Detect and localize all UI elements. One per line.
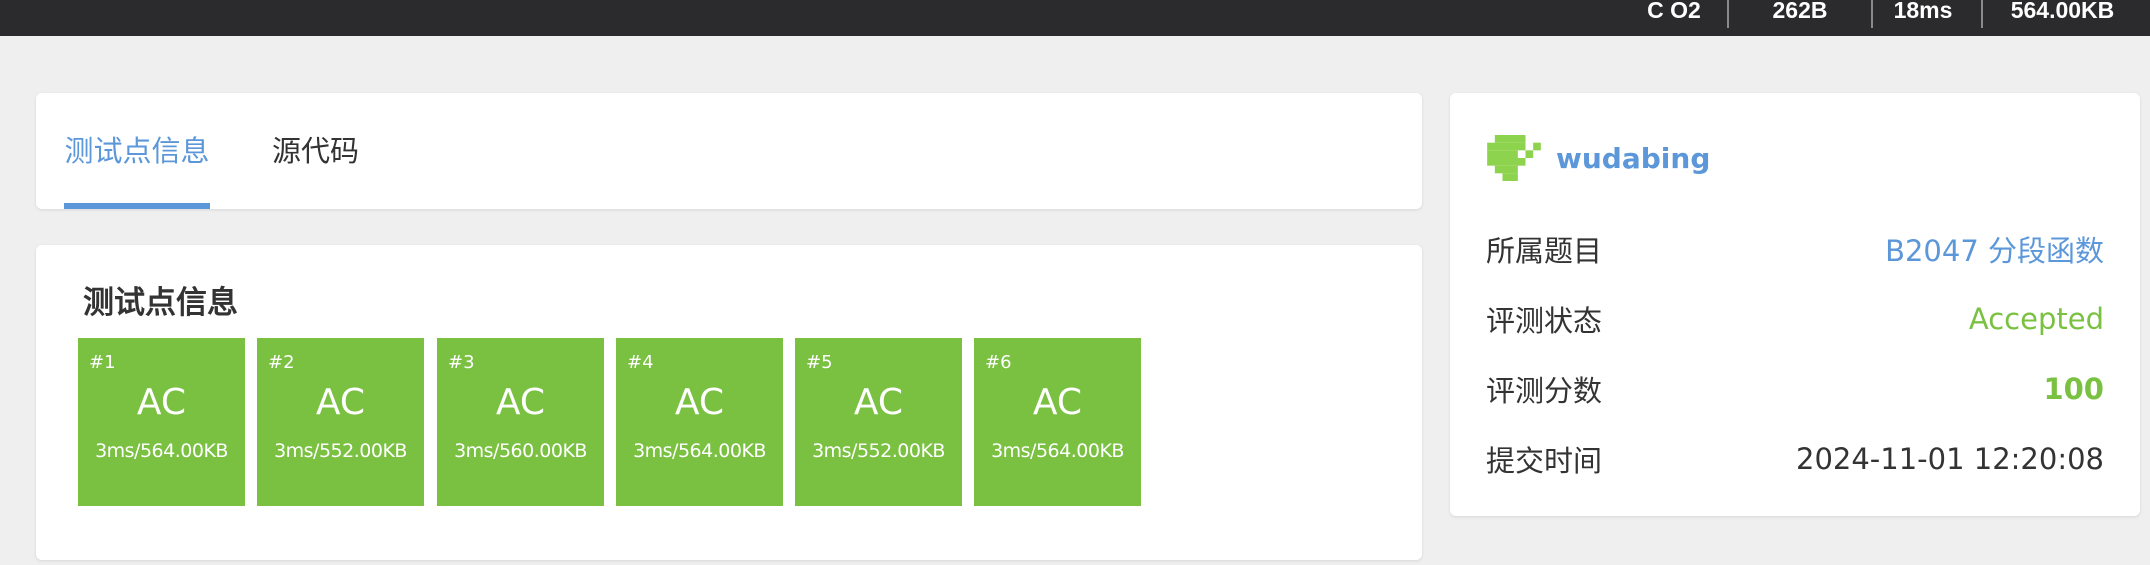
divider: [1981, 0, 1983, 28]
info-label: 所属题目: [1486, 234, 1603, 268]
testcase-number: #5: [806, 352, 833, 373]
user-row: wudabing: [1486, 133, 1710, 183]
active-tab-indicator: [64, 203, 210, 209]
testcase-detail: 3ms/564.00KB: [95, 440, 228, 462]
testcase-detail: 3ms/552.00KB: [812, 440, 945, 462]
testcase-tile-6[interactable]: #6 AC 3ms/564.00KB: [974, 338, 1141, 506]
testcase-tile-1[interactable]: #1 AC 3ms/564.00KB: [78, 338, 245, 506]
submit-time-value: 2024-11-01 12:20:08: [1796, 442, 2104, 476]
testcase-result: AC: [495, 382, 546, 423]
tab-source-code[interactable]: 源代码: [272, 93, 372, 209]
info-row-submit-time: 提交时间 2024-11-01 12:20:08: [1486, 439, 2104, 479]
info-label: 评测状态: [1486, 304, 1603, 338]
testcase-number: #6: [985, 352, 1012, 373]
testcase-tile-5[interactable]: #5 AC 3ms/552.00KB: [795, 338, 962, 506]
testcase-detail: 3ms/564.00KB: [633, 440, 766, 462]
testcase-result: AC: [315, 382, 366, 423]
testcase-detail: 3ms/560.00KB: [454, 440, 587, 462]
divider: [1871, 0, 1873, 28]
testcase-result: AC: [136, 382, 187, 423]
language-label: C O2: [1647, 0, 1701, 23]
info-row-problem: 所属题目 B2047 分段函数: [1486, 229, 2104, 269]
testcase-tile-2[interactable]: #2 AC 3ms/552.00KB: [257, 338, 424, 506]
submission-info-card: wudabing 所属题目 B2047 分段函数 评测状态 Accepted 评…: [1450, 93, 2140, 516]
testcase-result: AC: [853, 382, 904, 423]
testcase-result: AC: [1032, 382, 1083, 423]
divider: [1727, 0, 1729, 28]
tabs-card: 测试点信息 源代码: [36, 93, 1422, 209]
testcase-number: #1: [89, 352, 116, 373]
testcase-tile-4[interactable]: #4 AC 3ms/564.00KB: [616, 338, 783, 506]
submission-summary-bar: C O2 262B 18ms 564.00KB: [0, 0, 2150, 36]
testcase-tile-3[interactable]: #3 AC 3ms/560.00KB: [437, 338, 604, 506]
info-label: 评测分数: [1486, 374, 1603, 408]
tab-label: 测试点信息: [64, 134, 210, 168]
testcase-card: 测试点信息 #1 AC 3ms/564.00KB #2 AC 3ms/552.0…: [36, 245, 1422, 560]
identicon-avatar-icon[interactable]: [1486, 135, 1542, 181]
testcase-number: #4: [627, 352, 654, 373]
score-value: 100: [2043, 372, 2104, 406]
tab-testcase-info[interactable]: 测试点信息: [64, 93, 210, 209]
time-label: 18ms: [1893, 0, 1953, 23]
tab-label: 源代码: [272, 134, 360, 168]
info-row-score: 评测分数 100: [1486, 369, 2104, 409]
testcase-detail: 3ms/552.00KB: [274, 440, 407, 462]
testcase-number: #2: [268, 352, 295, 373]
info-label: 提交时间: [1486, 444, 1603, 478]
info-row-status: 评测状态 Accepted: [1486, 299, 2104, 339]
section-title: 测试点信息: [83, 285, 238, 321]
problem-link[interactable]: B2047 分段函数: [1885, 228, 2104, 270]
testcase-result: AC: [674, 382, 725, 423]
status-value: Accepted: [1968, 302, 2104, 336]
testcase-number: #3: [448, 352, 475, 373]
username-link[interactable]: wudabing: [1556, 142, 1710, 175]
code-length-label: 262B: [1772, 0, 1828, 23]
testcase-detail: 3ms/564.00KB: [991, 440, 1124, 462]
memory-label: 564.00KB: [2010, 0, 2115, 23]
